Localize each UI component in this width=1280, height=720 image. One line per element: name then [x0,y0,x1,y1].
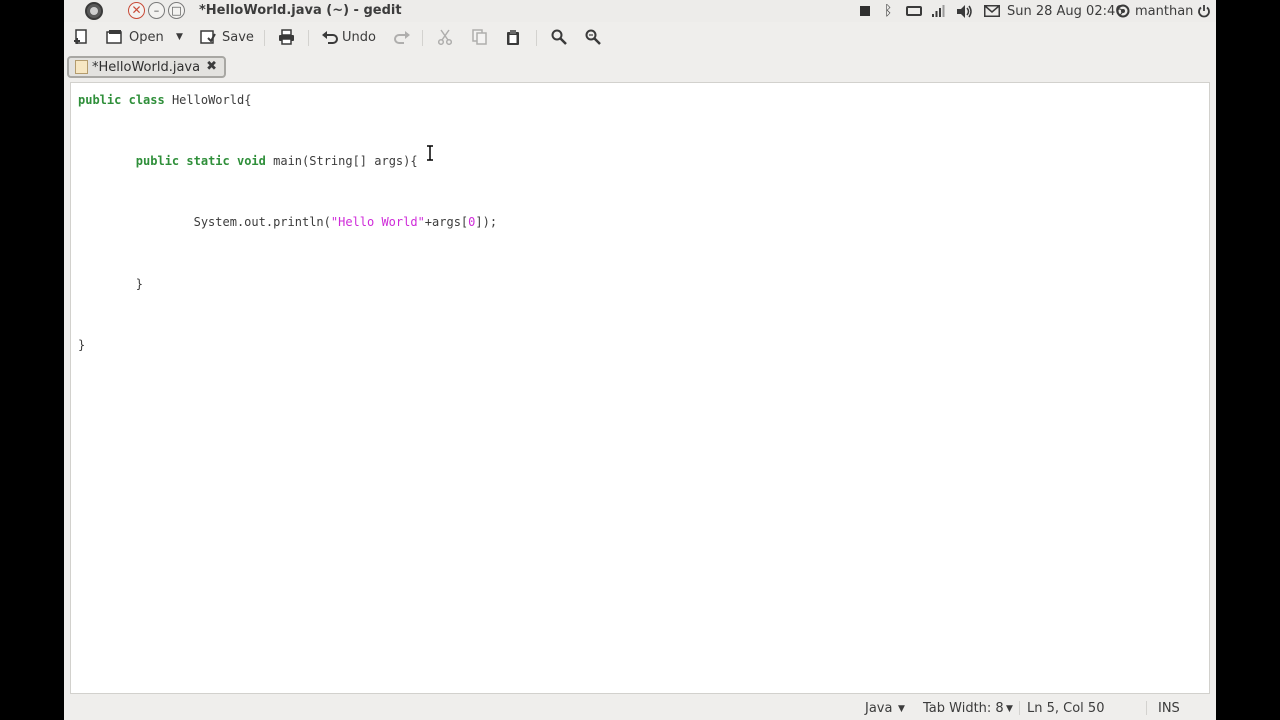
code-line[interactable]: public static void main(String[] args){ [78,146,497,177]
paste-button[interactable] [506,26,520,48]
mail-icon[interactable] [984,0,1000,22]
toolbar-separator [264,30,265,46]
chevron-down-icon[interactable]: ▼ [898,704,905,714]
cursor-position: Ln 5, Col 50 [1027,701,1105,716]
cut-icon [438,29,452,45]
status-bar: Java ▼ Tab Width: 8 ▼ Ln 5, Col 50 INS [64,696,1216,720]
code-line[interactable]: } [78,269,497,300]
window-minimize-button[interactable]: – [148,2,165,19]
print-button[interactable] [278,26,295,48]
code-line[interactable]: public class HelloWorld{ [78,85,497,116]
save-button[interactable]: Save [200,26,254,48]
search-icon [551,29,567,45]
redo-icon [394,31,410,44]
replace-icon [585,29,601,45]
save-icon [200,30,216,44]
undo-button[interactable]: Undo [322,26,376,48]
tab-close-icon[interactable]: ✖ [206,59,217,74]
clock[interactable]: Sun 28 Aug 02:46 [1007,0,1124,22]
window-maximize-button[interactable]: □ [168,2,185,19]
window-close-button[interactable]: ✕ [128,2,145,19]
tab-width-selector[interactable]: Tab Width: 8 [923,701,1004,716]
code-line[interactable]: } [78,330,497,361]
battery-icon[interactable] [906,0,922,22]
insert-mode: INS [1158,701,1180,716]
code-line[interactable] [78,177,497,208]
status-separator [1019,701,1020,715]
find-replace-button[interactable] [585,26,601,48]
ubuntu-logo-icon[interactable] [85,2,103,20]
status-separator [1146,701,1147,715]
gedit-window: ✕ – □ *HelloWorld.java (~) - gedit ᛒ Sun… [64,0,1216,720]
open-recent-dropdown[interactable]: ▼ [176,26,183,48]
toolbar-separator [308,30,309,46]
paste-icon [507,29,519,45]
redo-button[interactable] [394,26,410,48]
window-title: *HelloWorld.java (~) - gedit [199,3,402,18]
print-icon [279,29,294,45]
top-panel: ✕ – □ *HelloWorld.java (~) - gedit ᛒ Sun… [64,0,1216,22]
open-icon [106,30,122,44]
toolbar: Open ▼ Save Undo [64,22,1216,52]
open-label: Open [129,29,164,45]
network-signal-icon[interactable] [932,0,946,22]
code-line[interactable] [78,238,497,269]
new-document-icon [74,29,87,44]
username[interactable]: manthan [1135,0,1193,22]
code-line[interactable]: System.out.println("Hello World"+args[0]… [78,207,497,238]
java-file-icon [75,60,88,74]
code-text[interactable]: public class HelloWorld{ public static v… [78,85,497,360]
bluetooth-icon[interactable]: ᛒ [884,0,892,22]
language-selector[interactable]: Java [865,701,892,716]
tab-helloworld-java[interactable]: *HelloWorld.java ✖ [67,56,226,78]
tab-bar: *HelloWorld.java ✖ [64,54,1216,80]
toolbar-separator [422,30,423,46]
find-button[interactable] [551,26,567,48]
open-button[interactable]: Open [106,26,164,48]
chevron-down-icon[interactable]: ▼ [1006,704,1013,714]
code-line[interactable] [78,299,497,330]
undo-label: Undo [342,29,376,45]
tab-label: *HelloWorld.java [92,59,201,75]
code-line[interactable] [78,116,497,147]
cut-button[interactable] [438,26,452,48]
text-cursor-icon [427,145,433,161]
user-icon[interactable] [1116,0,1130,22]
save-label: Save [222,29,254,45]
undo-icon [322,31,338,44]
stop-icon[interactable] [860,0,870,22]
copy-button[interactable] [472,26,487,48]
copy-icon [472,29,487,45]
new-document-button[interactable] [73,26,89,48]
power-icon[interactable] [1197,0,1211,22]
volume-icon[interactable] [957,0,973,22]
toolbar-separator [536,30,537,46]
code-editor[interactable]: public class HelloWorld{ public static v… [70,82,1210,694]
